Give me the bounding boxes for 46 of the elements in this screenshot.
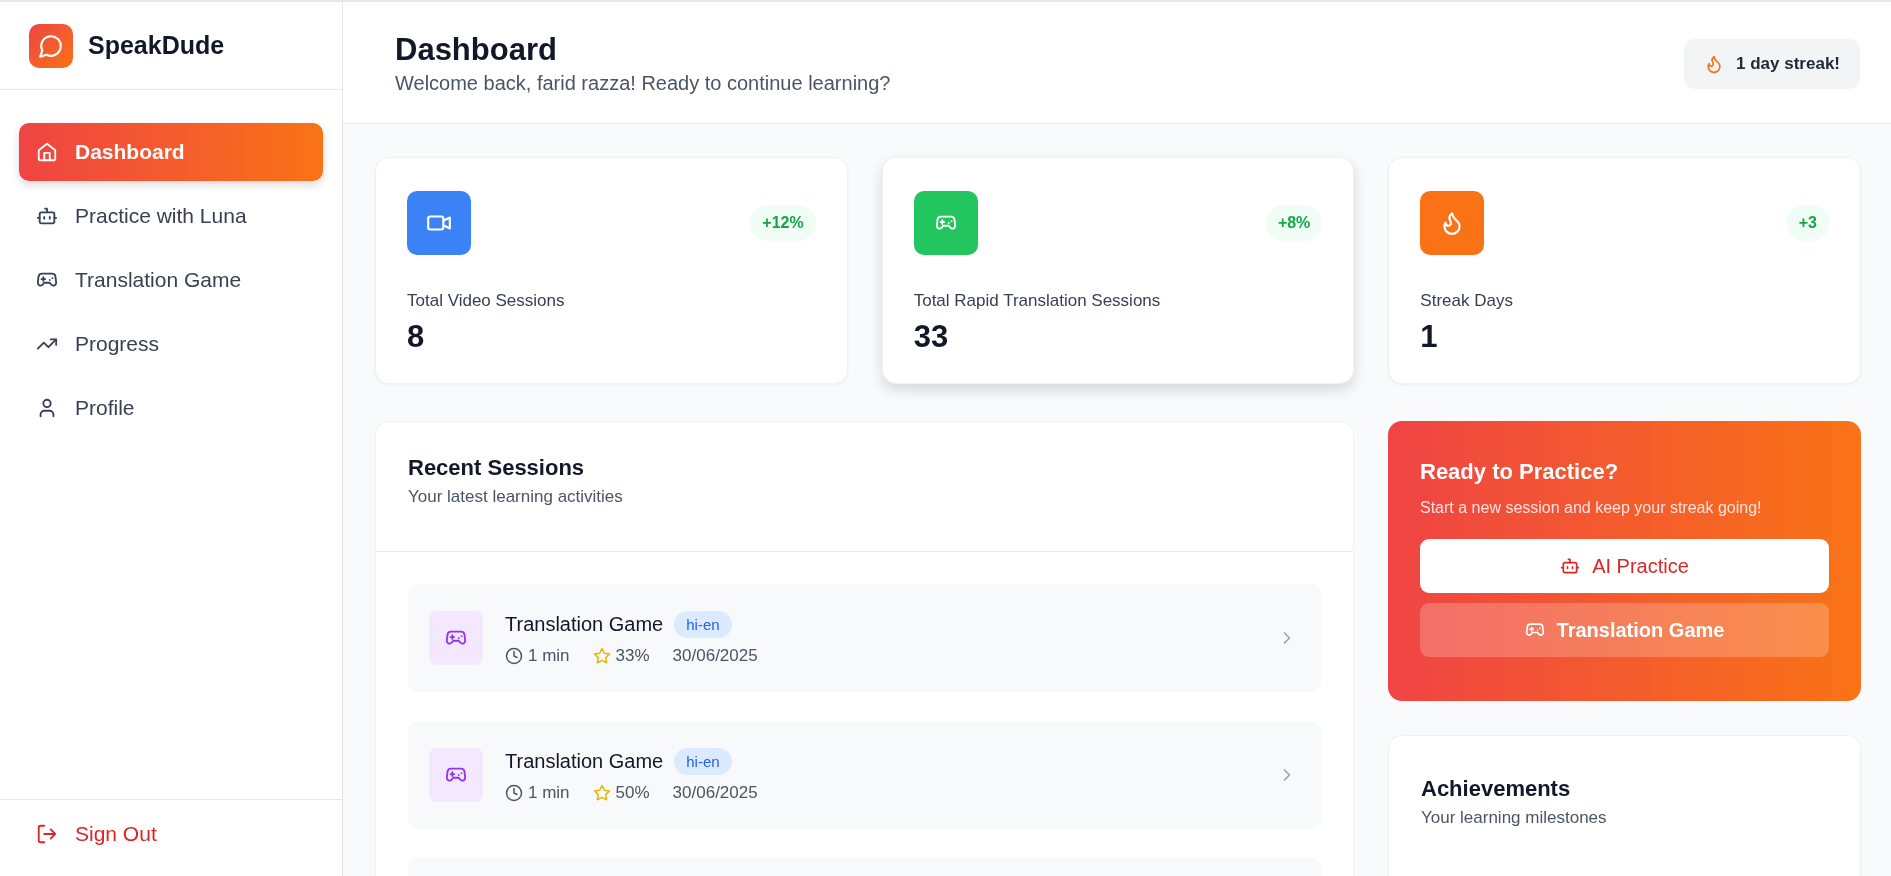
clock-icon [505, 783, 523, 802]
session-title: Translation Game [505, 612, 664, 636]
card-title: Recent Sessions [408, 455, 586, 481]
session-score: 50% [615, 782, 650, 803]
stat-label: Streak Days [1420, 291, 1514, 311]
card-title: Achievements [1421, 776, 1572, 802]
app-name: SpeakDude [88, 31, 225, 60]
card-text: Start a new session and keep your streak going! [1420, 499, 1763, 517]
welcome-text: Welcome back, farid razza! Ready to continue learning? [395, 72, 891, 95]
language-tag: hi-en [674, 610, 732, 638]
card-subtitle: Your learning milestones [1421, 808, 1608, 828]
nav-item[interactable]: Practice with Luna [19, 187, 323, 245]
ai-practice-button[interactable]: AI Practice [1420, 539, 1829, 593]
stat-value: 8 [407, 319, 426, 355]
clock-icon [505, 646, 523, 665]
language-tag: hi-en [674, 747, 732, 775]
nav-item[interactable]: Profile [19, 379, 323, 437]
session-title: Translation Game [505, 749, 664, 773]
change-badge: +8% [1265, 205, 1323, 241]
card-title: Ready to Practice? [1420, 459, 1620, 485]
session-date: 30/06/2025 [672, 645, 758, 666]
session-row[interactable]: Translation Game hi-en 1 min 50% 30/06/2025 [408, 721, 1321, 829]
session-duration: 1 min [528, 645, 570, 666]
stat-label: Total Rapid Translation Sessions [913, 291, 1162, 311]
card-subtitle: Your latest learning activities [408, 487, 624, 507]
star-icon [592, 646, 611, 665]
session-date: 30/06/2025 [672, 782, 758, 803]
sign-out-icon [36, 823, 58, 845]
nav-item[interactable]: Progress [19, 315, 323, 373]
star-icon [592, 783, 611, 802]
app-logo [29, 23, 73, 68]
stat-value: 33 [913, 319, 950, 355]
home-icon [36, 141, 58, 163]
nav-item[interactable]: Translation Game [19, 251, 323, 309]
page-title: Dashboard [395, 32, 558, 68]
change-badge: +3 [1786, 205, 1829, 241]
sign-out-link[interactable]: Sign Out [36, 822, 157, 846]
robot-icon [1560, 556, 1581, 576]
stat-label: Total Video Sessions [407, 291, 566, 311]
stat-value: 1 [1420, 319, 1439, 355]
session-duration: 1 min [528, 782, 570, 803]
session-score: 33% [615, 645, 650, 666]
robot-icon [36, 205, 58, 227]
change-badge: +12% [750, 205, 816, 241]
session-row[interactable]: Translation Game hi-en 1 min 33% 30/06/2025 [408, 584, 1321, 692]
streak-badge: 1 day streak! [1684, 39, 1860, 89]
